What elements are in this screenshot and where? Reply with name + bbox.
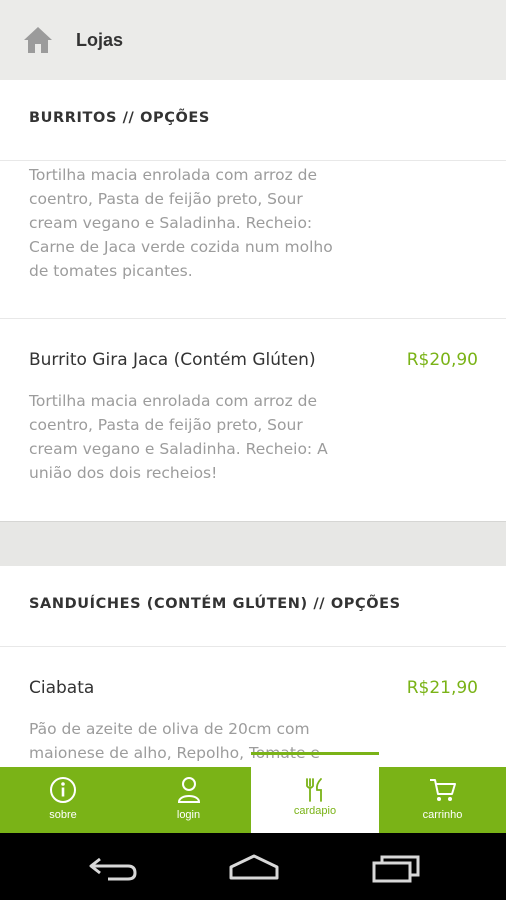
item-description: Tortilha macia enrolada com arroz de coe… bbox=[29, 166, 333, 280]
tab-login[interactable]: login bbox=[126, 767, 251, 833]
tab-label: carrinho bbox=[422, 809, 463, 821]
section-header-burritos: BURRITOS // OPÇÕES bbox=[0, 80, 506, 160]
item-name: Burrito Gira Jaca (Contém Glúten) bbox=[29, 350, 316, 370]
divider bbox=[0, 646, 506, 647]
divider bbox=[0, 160, 506, 161]
bottom-navigation: sobre login cardapio carrinho bbox=[0, 767, 506, 833]
section-gap bbox=[0, 521, 506, 566]
recent-apps-icon[interactable] bbox=[370, 853, 422, 883]
item-price: R$21,90 bbox=[406, 678, 478, 698]
divider bbox=[0, 318, 506, 319]
home-button-icon[interactable] bbox=[227, 853, 281, 881]
item-description: Pão de azeite de oliva de 20cm com maion… bbox=[29, 720, 320, 762]
section-title: SANDUÍCHES (CONTÉM GLÚTEN) // OPÇÕES bbox=[29, 596, 401, 612]
tab-sobre[interactable]: sobre bbox=[0, 767, 126, 833]
active-tab-indicator bbox=[251, 752, 379, 755]
tab-carrinho[interactable]: carrinho bbox=[379, 767, 506, 833]
item-name: Ciabata bbox=[29, 678, 95, 698]
back-icon[interactable] bbox=[88, 853, 138, 881]
cart-icon bbox=[429, 779, 456, 801]
tab-label: cardapio bbox=[293, 805, 337, 817]
tab-cardapio[interactable]: cardapio bbox=[251, 767, 379, 833]
user-icon bbox=[177, 777, 200, 803]
page-title: Lojas bbox=[76, 30, 124, 50]
section-header-sanduiches: SANDUÍCHES (CONTÉM GLÚTEN) // OPÇÕES bbox=[0, 566, 506, 646]
system-navigation-bar bbox=[0, 833, 506, 900]
section-title: BURRITOS // OPÇÕES bbox=[29, 110, 210, 126]
top-bar: Lojas bbox=[0, 0, 506, 80]
home-icon[interactable] bbox=[22, 24, 54, 56]
item-description: Tortilha macia enrolada com arroz de coe… bbox=[29, 392, 328, 482]
info-icon bbox=[50, 777, 76, 803]
tab-label: login bbox=[176, 809, 201, 821]
fork-knife-icon bbox=[306, 778, 322, 802]
tab-label: sobre bbox=[49, 809, 77, 821]
item-price: R$20,90 bbox=[406, 350, 478, 370]
